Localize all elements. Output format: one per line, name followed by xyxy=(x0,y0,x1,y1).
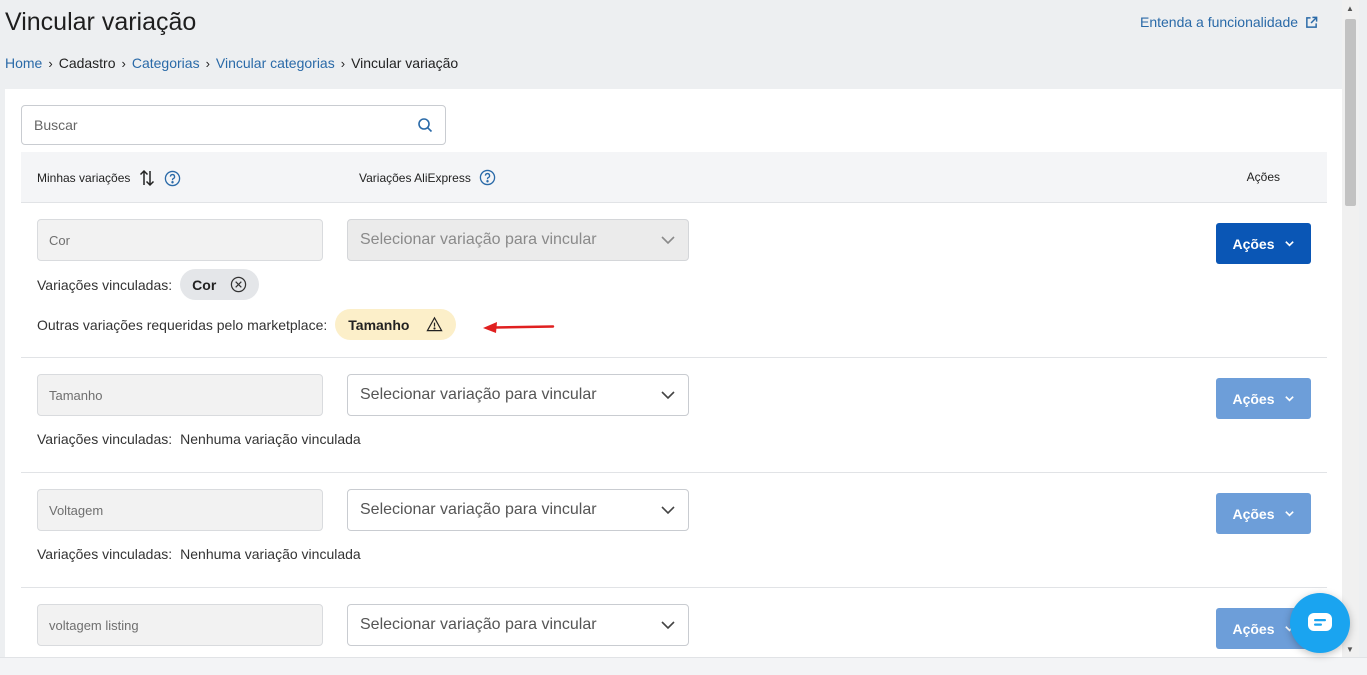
breadcrumb-separator-icon: › xyxy=(48,55,53,71)
external-link-icon xyxy=(1306,16,1318,28)
my-variation-field: voltagem listing xyxy=(37,604,323,646)
select-placeholder: Selecionar variação para vincular xyxy=(360,501,597,518)
linked-label: Variações vinculadas: xyxy=(37,431,173,447)
scroll-up-icon[interactable]: ▲ xyxy=(1346,4,1354,13)
breadcrumb: Home › Cadastro › Categorias › Vincular … xyxy=(5,55,458,71)
warning-triangle-icon xyxy=(426,316,444,332)
close-circle-icon[interactable] xyxy=(230,276,247,293)
chevron-down-icon xyxy=(1284,241,1294,247)
chevron-down-icon xyxy=(1284,396,1294,402)
page-title: Vincular variação xyxy=(5,8,197,36)
linked-chip-label: Cor xyxy=(192,276,217,293)
table-row: Voltagem Selecionar variação para vincul… xyxy=(21,473,1327,588)
linked-variations: Variações vinculadas: Nenhuma variação v… xyxy=(37,431,361,447)
chevron-down-icon xyxy=(661,236,675,245)
search-input[interactable] xyxy=(34,117,417,133)
linked-label: Variações vinculadas: xyxy=(37,546,173,562)
linked-value: Nenhuma variação vinculada xyxy=(180,546,361,562)
aliexpress-variation-select: Selecionar variação para vincular xyxy=(347,219,689,261)
vertical-scrollbar[interactable]: ▲ ▼ xyxy=(1342,0,1359,657)
chevron-down-icon xyxy=(1284,511,1294,517)
linked-chip: Cor xyxy=(180,269,260,300)
aliexpress-variation-select[interactable]: Selecionar variação para vincular xyxy=(347,374,689,416)
chevron-down-icon xyxy=(661,506,675,515)
table-row: Tamanho Selecionar variação para vincula… xyxy=(21,358,1327,473)
actions-button-label: Ações xyxy=(1232,505,1275,522)
main-card: Minhas variações Variações AliExpress Aç… xyxy=(5,89,1342,657)
required-label: Outras variações requeridas pelo marketp… xyxy=(37,316,328,333)
required-chip: Tamanho xyxy=(335,309,457,340)
table-row: Cor Selecionar variação para vincular Aç… xyxy=(21,203,1327,358)
aliexpress-variation-select[interactable]: Selecionar variação para vincular xyxy=(347,489,689,531)
actions-button[interactable]: Ações xyxy=(1216,378,1311,419)
actions-button[interactable]: Ações xyxy=(1216,493,1311,534)
column-aliexpress-label: Variações AliExpress xyxy=(359,170,471,185)
column-variacoes-aliexpress: Variações AliExpress xyxy=(359,169,496,186)
chat-icon xyxy=(1308,613,1332,631)
required-variations: Outras variações requeridas pelo marketp… xyxy=(37,309,457,340)
breadcrumb-separator-icon: › xyxy=(205,55,210,71)
search-icon[interactable] xyxy=(417,117,433,133)
chevron-down-icon xyxy=(661,391,675,400)
linked-variations: Variações vinculadas: Nenhuma variação v… xyxy=(37,546,361,562)
search-box[interactable] xyxy=(21,105,446,145)
actions-button[interactable]: Ações xyxy=(1216,223,1311,264)
table-row: voltagem listing Selecionar variação par… xyxy=(21,588,1327,657)
aliexpress-variation-select[interactable]: Selecionar variação para vincular xyxy=(347,604,689,646)
breadcrumb-vincular-categorias[interactable]: Vincular categorias xyxy=(216,55,335,71)
breadcrumb-home[interactable]: Home xyxy=(5,55,42,71)
actions-button-label: Ações xyxy=(1232,235,1275,252)
linked-label: Variações vinculadas: xyxy=(37,276,173,293)
required-chip-label: Tamanho xyxy=(348,316,410,333)
my-variation-field: Cor xyxy=(37,219,323,261)
select-placeholder: Selecionar variação para vincular xyxy=(360,386,597,403)
scrollbar-thumb[interactable] xyxy=(1345,19,1356,206)
linked-value: Nenhuma variação vinculada xyxy=(180,431,361,447)
column-minhas-label: Minhas variações xyxy=(37,171,131,185)
my-variation-field: Tamanho xyxy=(37,374,323,416)
help-link-label: Entenda a funcionalidade xyxy=(1140,14,1299,30)
breadcrumb-separator-icon: › xyxy=(121,55,126,71)
column-acoes: Ações xyxy=(1246,170,1280,184)
annotation-arrow-icon xyxy=(483,322,555,333)
help-link[interactable]: Entenda a funcionalidade xyxy=(1140,14,1318,30)
scroll-down-icon[interactable]: ▼ xyxy=(1346,645,1354,654)
linked-variations: Variações vinculadas: Cor xyxy=(37,269,260,300)
chevron-down-icon xyxy=(661,621,675,630)
column-minhas-variacoes: Minhas variações xyxy=(37,169,181,187)
question-circle-icon[interactable] xyxy=(479,169,496,186)
bottom-bar xyxy=(0,657,1367,675)
sort-icon[interactable] xyxy=(138,169,156,187)
my-variation-field: Voltagem xyxy=(37,489,323,531)
breadcrumb-current: Vincular variação xyxy=(351,55,459,71)
question-circle-icon[interactable] xyxy=(164,170,181,187)
actions-button-label: Ações xyxy=(1232,620,1275,637)
breadcrumb-cadastro: Cadastro xyxy=(58,55,116,71)
breadcrumb-categorias[interactable]: Categorias xyxy=(132,55,200,71)
table-header: Minhas variações Variações AliExpress Aç… xyxy=(21,152,1327,203)
select-placeholder: Selecionar variação para vincular xyxy=(360,616,597,633)
select-placeholder: Selecionar variação para vincular xyxy=(360,231,597,248)
breadcrumb-separator-icon: › xyxy=(340,55,346,71)
actions-button-label: Ações xyxy=(1232,390,1275,407)
chat-button[interactable] xyxy=(1290,593,1350,653)
